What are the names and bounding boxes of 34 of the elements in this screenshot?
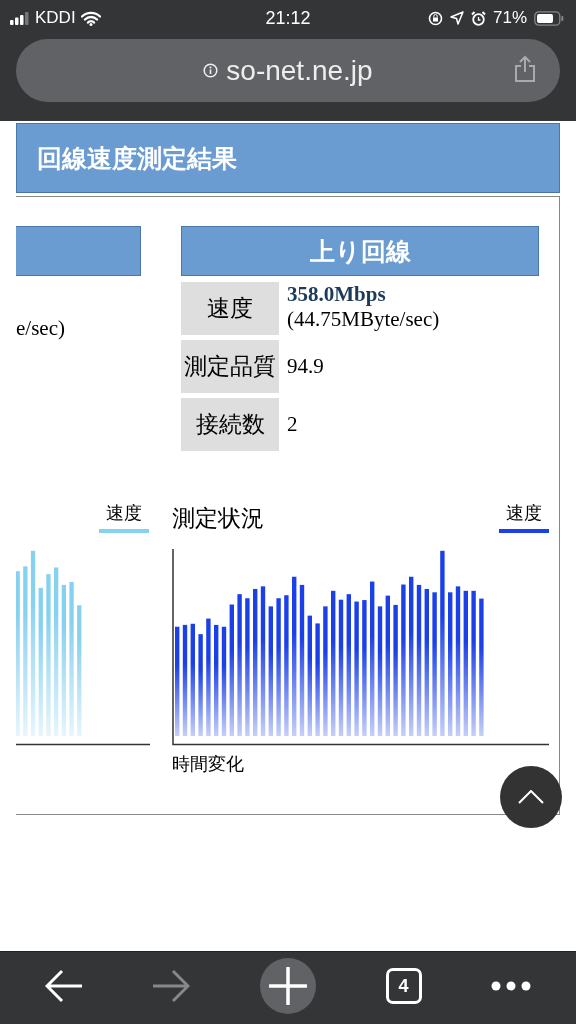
forward-icon[interactable] — [152, 969, 191, 1003]
signal-icon — [10, 11, 30, 25]
legend-label: 速度 — [506, 502, 542, 525]
chart-title: 測定状況 — [172, 505, 264, 533]
row-subvalue: (44.75MByte/sec) — [287, 307, 440, 332]
row-label: 接続数 — [181, 398, 279, 451]
page-title: 回線速度測定結果 — [16, 123, 560, 193]
location-icon — [449, 11, 464, 25]
row-value: 94.9 — [287, 354, 324, 379]
row-value: 358.0Mbps — [287, 282, 387, 307]
legend-label: 速度 — [106, 502, 142, 525]
tab-count-button[interactable]: 4 — [385, 968, 422, 1004]
panel-header: 上り回線 — [181, 226, 539, 276]
wifi-icon — [80, 10, 101, 26]
row-label: 測定品質 — [181, 340, 279, 393]
alarm-icon — [470, 10, 486, 26]
chevron-up-icon — [518, 790, 544, 804]
url-text: so-net.ne.jp — [226, 54, 373, 87]
carrier-name: KDDI — [35, 8, 76, 28]
battery-percent: 71% — [492, 8, 527, 28]
back-icon[interactable] — [44, 969, 83, 1003]
axis-label: 時間変化 — [172, 753, 245, 776]
speed-text: e/sec) — [16, 316, 66, 341]
address-bar[interactable]: so-net.ne.jp — [16, 39, 560, 102]
rotation-lock-icon — [427, 10, 443, 26]
new-tab-button[interactable] — [260, 958, 316, 1014]
clock-time: 21:12 — [265, 7, 311, 29]
share-icon[interactable] — [514, 55, 536, 82]
plus-icon — [269, 967, 307, 1005]
more-icon[interactable] — [491, 981, 532, 991]
info-icon — [203, 63, 219, 78]
row-value: 2 — [287, 412, 298, 437]
battery-icon — [534, 10, 564, 26]
row-label: 速度 — [181, 282, 279, 335]
